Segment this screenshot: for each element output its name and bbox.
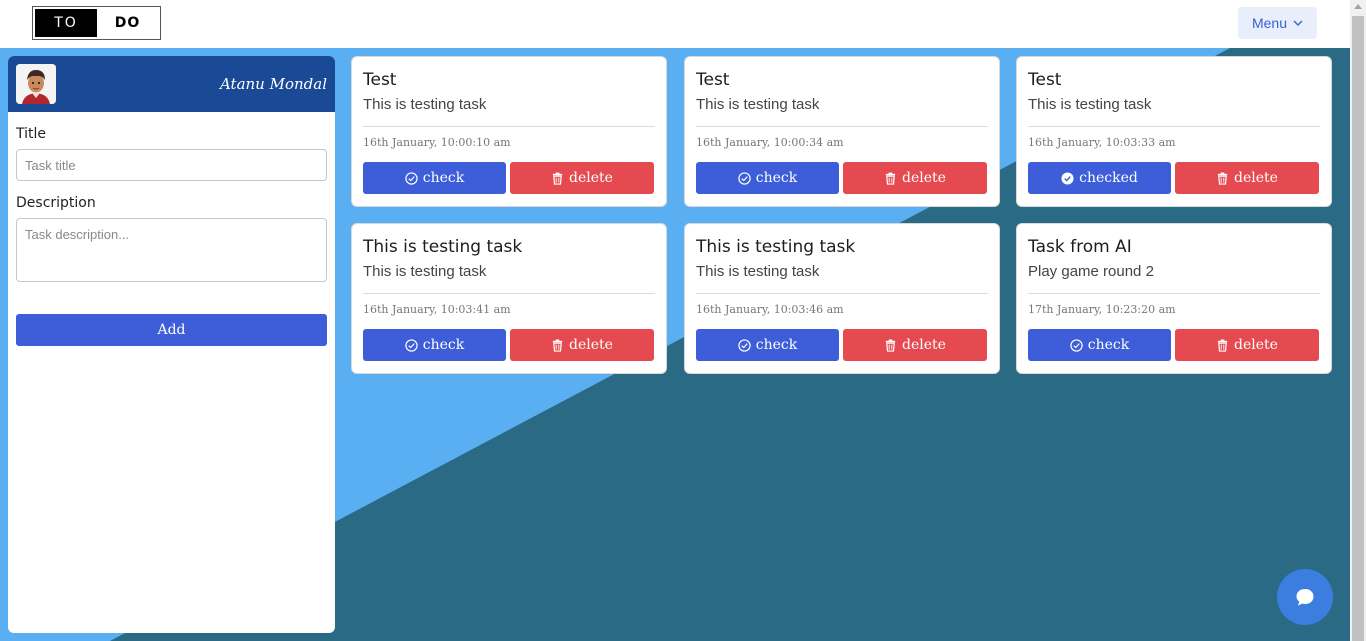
page-scrollbar[interactable] (1350, 0, 1366, 641)
check-button-label: check (422, 170, 465, 186)
logo-to-text: TO (35, 9, 97, 37)
check-button[interactable]: check (696, 329, 839, 361)
check-button-label: check (755, 337, 798, 353)
check-button-label: check (755, 170, 798, 186)
task-card: Test This is testing task 16th January, … (1016, 56, 1332, 207)
divider (1028, 126, 1320, 127)
trash-icon (885, 172, 896, 185)
task-date: 16th January, 10:00:10 am (363, 136, 511, 149)
delete-button-label: delete (1234, 170, 1278, 186)
check-button[interactable]: check (1028, 329, 1171, 361)
task-title: Test (363, 70, 397, 90)
task-card: This is testing task This is testing tas… (684, 223, 1000, 374)
check-circle-icon (738, 171, 751, 185)
delete-button[interactable]: delete (843, 162, 987, 194)
check-button-label: check (422, 337, 465, 353)
task-description: This is testing task (1028, 96, 1152, 113)
task-date: 16th January, 10:03:33 am (1028, 136, 1176, 149)
delete-button[interactable]: delete (1175, 329, 1319, 361)
add-task-sidebar: Atanu Mondal Title Description Add (8, 56, 335, 633)
divider (1028, 293, 1320, 294)
check-circle-icon (738, 338, 751, 352)
description-label: Description (16, 195, 96, 211)
check-button-label: check (1087, 337, 1130, 353)
task-description: Play game round 2 (1028, 263, 1154, 280)
task-date: 17th January, 10:23:20 am (1028, 303, 1176, 316)
task-card: Test This is testing task 16th January, … (684, 56, 1000, 207)
task-title-input[interactable] (16, 149, 327, 181)
title-label: Title (16, 126, 47, 142)
avatar (16, 64, 56, 104)
menu-button[interactable]: Menu (1238, 7, 1317, 39)
check-circle-icon (1070, 338, 1083, 352)
checked-button[interactable]: checked (1028, 162, 1171, 194)
menu-button-label: Menu (1251, 15, 1288, 31)
username: Atanu Mondal (219, 75, 327, 93)
task-description: This is testing task (696, 263, 820, 280)
scroll-up-arrow[interactable] (1354, 4, 1362, 9)
task-title: This is testing task (696, 237, 856, 257)
check-button[interactable]: check (696, 162, 839, 194)
delete-button-label: delete (902, 337, 946, 353)
check-circle-filled-icon (1061, 171, 1074, 185)
task-description-input[interactable] (16, 218, 327, 282)
task-description: This is testing task (363, 263, 487, 280)
divider (696, 293, 988, 294)
task-title: Task from AI (1028, 237, 1132, 257)
delete-button-label: delete (1234, 337, 1278, 353)
divider (363, 293, 655, 294)
chat-bubble-icon (1296, 589, 1314, 606)
logo[interactable]: TO DO (32, 6, 161, 40)
check-button[interactable]: check (363, 329, 506, 361)
task-description: This is testing task (696, 96, 820, 113)
task-description: This is testing task (363, 96, 487, 113)
divider (363, 126, 655, 127)
task-card: This is testing task This is testing tas… (351, 223, 667, 374)
task-date: 16th January, 10:03:41 am (363, 303, 511, 316)
check-button[interactable]: check (363, 162, 506, 194)
profile-bar: Atanu Mondal (8, 56, 335, 112)
delete-button[interactable]: delete (510, 329, 654, 361)
delete-button[interactable]: delete (843, 329, 987, 361)
check-circle-icon (405, 171, 418, 185)
delete-button-label: delete (902, 170, 946, 186)
delete-button-label: delete (569, 337, 613, 353)
delete-button[interactable]: delete (510, 162, 654, 194)
trash-icon (1217, 172, 1228, 185)
task-title: This is testing task (363, 237, 523, 257)
scrollbar-thumb[interactable] (1352, 16, 1364, 641)
task-date: 16th January, 10:03:46 am (696, 303, 844, 316)
delete-button-label: delete (569, 170, 613, 186)
task-date: 16th January, 10:00:34 am (696, 136, 844, 149)
trash-icon (885, 339, 896, 352)
trash-icon (552, 172, 563, 185)
add-task-button[interactable]: Add (16, 314, 327, 346)
check-circle-icon (405, 338, 418, 352)
task-card: Test This is testing task 16th January, … (351, 56, 667, 207)
check-button-label: checked (1079, 170, 1138, 186)
task-title: Test (1028, 70, 1062, 90)
top-navbar: TO DO Menu (0, 0, 1350, 48)
chat-button[interactable] (1277, 569, 1333, 625)
add-task-form: Title Description Add (8, 112, 335, 346)
trash-icon (1217, 339, 1228, 352)
trash-icon (552, 339, 563, 352)
task-title: Test (696, 70, 730, 90)
logo-do-text: DO (114, 15, 141, 31)
chevron-down-icon (1293, 20, 1303, 26)
delete-button[interactable]: delete (1175, 162, 1319, 194)
divider (696, 126, 988, 127)
task-card: Task from AI Play game round 2 17th Janu… (1016, 223, 1332, 374)
